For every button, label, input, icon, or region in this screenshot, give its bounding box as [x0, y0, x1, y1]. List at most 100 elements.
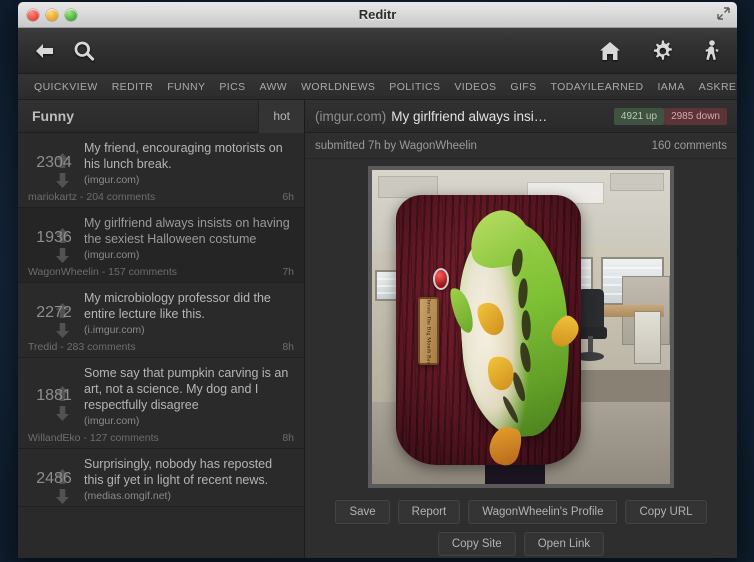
- post-domain: (imgur.com): [84, 174, 140, 186]
- post-main: 2272 My microbiology professor did the e…: [18, 283, 304, 340]
- post-main: 2486 Surprisingly, nobody has reposted t…: [18, 449, 304, 506]
- report-button[interactable]: Report: [397, 500, 461, 524]
- post-score: 2486: [36, 469, 72, 487]
- toolbar-left-group: [34, 40, 95, 62]
- post-title: Some say that pumpkin carving is an art,…: [84, 366, 289, 412]
- post-comment-count: 283 comments: [66, 341, 136, 353]
- post-body: Some say that pumpkin carving is an art,…: [80, 365, 294, 427]
- tab-reditr[interactable]: REDITR: [105, 74, 160, 99]
- tab-politics[interactable]: POLITICS: [382, 74, 447, 99]
- fish-fin: [483, 353, 518, 394]
- post-comment-count: 157 comments: [108, 266, 178, 278]
- minimize-button[interactable]: [46, 8, 58, 21]
- post-time: 8h: [282, 341, 294, 353]
- post-author-comments: Tredid - 283 comments: [28, 341, 136, 353]
- detail-header: (imgur.com) My girlfriend always insi… 4…: [305, 100, 737, 133]
- window-controls: [27, 8, 77, 21]
- vote-badges: 4921 up 2985 down: [606, 107, 727, 125]
- post-domain: (imgur.com): [84, 415, 140, 427]
- tab-videos[interactable]: VIDEOS: [447, 74, 503, 99]
- post-main: 2304 My friend, encouraging motorists on…: [18, 133, 304, 190]
- post-meta: mariokartz - 204 comments 6h: [18, 190, 304, 207]
- post-score: 1936: [36, 228, 72, 246]
- home-icon[interactable]: [599, 41, 621, 61]
- tab-funny[interactable]: FUNNY: [160, 74, 212, 99]
- file-cabinet: [634, 310, 662, 365]
- save-button[interactable]: Save: [335, 500, 390, 524]
- post-detail-pane: (imgur.com) My girlfriend always insi… 4…: [305, 100, 737, 558]
- post-comment-count: 127 comments: [89, 432, 159, 444]
- detail-title: My girlfriend always insi…: [391, 108, 548, 124]
- post-image[interactable]: Christa The Big Mouth Bass: [368, 165, 674, 488]
- tab-gifs[interactable]: GIFS: [503, 74, 543, 99]
- sidebar-header: Funny hot: [18, 99, 304, 133]
- image-viewer: Christa The Big Mouth Bass: [305, 159, 737, 494]
- post-time: 8h: [282, 432, 294, 444]
- list-item[interactable]: 2486 Surprisingly, nobody has reposted t…: [18, 449, 304, 507]
- list-item[interactable]: 1881 Some say that pumpkin carving is an…: [18, 358, 304, 449]
- resize-icon[interactable]: [717, 7, 730, 22]
- post-body: My girlfriend always insists on having t…: [80, 215, 294, 261]
- post-time: 6h: [282, 191, 294, 203]
- list-item[interactable]: 2272 My microbiology professor did the e…: [18, 283, 304, 358]
- list-item[interactable]: 1936 My girlfriend always insists on hav…: [18, 208, 304, 283]
- list-item[interactable]: 2304 My friend, encouraging motorists on…: [18, 133, 304, 208]
- copy-site-button[interactable]: Copy Site: [437, 532, 516, 556]
- gear-icon[interactable]: [651, 39, 673, 62]
- post-author: WillandEko: [28, 432, 81, 444]
- maximize-button[interactable]: [65, 8, 77, 21]
- toolbar-right-group: [599, 39, 721, 62]
- app-window: Reditr QUICKVIEW REDITR FUNNY PICS AWW W…: [18, 2, 737, 558]
- post-author: Tredid: [28, 341, 58, 353]
- tab-worldnews[interactable]: WORLDNEWS: [294, 74, 382, 99]
- post-score: 1881: [36, 386, 72, 404]
- office-chair: [577, 288, 605, 330]
- tab-askreddit[interactable]: ASKREDDIT: [692, 74, 737, 99]
- upvote-badge: 4921 up: [613, 107, 665, 125]
- close-button[interactable]: [27, 8, 39, 21]
- window-title: Reditr: [358, 7, 397, 22]
- tab-aww[interactable]: AWW: [252, 74, 294, 99]
- tab-todayilearned[interactable]: TODAYILEARNED: [544, 74, 651, 99]
- post-body: My microbiology professor did the entire…: [80, 290, 294, 336]
- action-button-bar: Save Report WagonWheelin's Profile Copy …: [305, 494, 737, 558]
- back-arrow-icon[interactable]: [34, 42, 56, 60]
- tab-quickview[interactable]: QUICKVIEW: [27, 74, 105, 99]
- window-titlebar: Reditr: [18, 2, 737, 28]
- post-domain: (medias.omgif.net): [84, 490, 171, 502]
- post-title: My girlfriend always insists on having t…: [84, 216, 290, 246]
- name-sign: Christa The Big Mouth Bass: [417, 295, 440, 367]
- author-profile-button[interactable]: WagonWheelin's Profile: [468, 500, 618, 524]
- post-title: My friend, encouraging motorists on his …: [84, 141, 283, 171]
- post-author-comments: WagonWheelin - 157 comments: [28, 266, 178, 278]
- fish-fin: [472, 297, 511, 340]
- vote-column: 2272: [28, 290, 80, 339]
- vote-column: 2304: [28, 140, 80, 189]
- downvote-badge: 2985 down: [664, 107, 727, 125]
- red-pin: [432, 267, 450, 291]
- post-list-sidebar: Funny hot 2304 My friend, encouraging mo…: [18, 99, 305, 558]
- copy-url-button[interactable]: Copy URL: [625, 500, 707, 524]
- sort-selector[interactable]: hot: [258, 99, 304, 133]
- post-body: My friend, encouraging motorists on his …: [80, 140, 294, 186]
- ceiling-tile: [610, 172, 665, 192]
- content-area: Funny hot 2304 My friend, encouraging mo…: [18, 99, 737, 558]
- tab-pics[interactable]: PICS: [212, 74, 252, 99]
- post-author: WagonWheelin: [28, 266, 99, 278]
- vote-column: 2486: [28, 456, 80, 505]
- submission-info: submitted 7h by WagonWheelin 160 comment…: [305, 133, 737, 159]
- comment-count[interactable]: 160 comments: [652, 140, 727, 152]
- vote-column: 1881: [28, 365, 80, 427]
- search-icon[interactable]: [73, 40, 95, 62]
- person-icon[interactable]: [703, 39, 721, 62]
- tab-iama[interactable]: IAMA: [650, 74, 691, 99]
- post-list[interactable]: 2304 My friend, encouraging motorists on…: [18, 133, 304, 558]
- sign-text: Christa The Big Mouth Bass: [425, 295, 432, 367]
- open-link-button[interactable]: Open Link: [523, 532, 605, 556]
- post-author-comments: WillandEko - 127 comments: [28, 432, 159, 444]
- vote-column: 1936: [28, 215, 80, 264]
- detail-domain: (imgur.com): [315, 108, 387, 124]
- post-title: Surprisingly, nobody has reposted this g…: [84, 457, 273, 487]
- post-domain: (i.imgur.com): [84, 324, 145, 336]
- post-meta: WillandEko - 127 comments 8h: [18, 431, 304, 448]
